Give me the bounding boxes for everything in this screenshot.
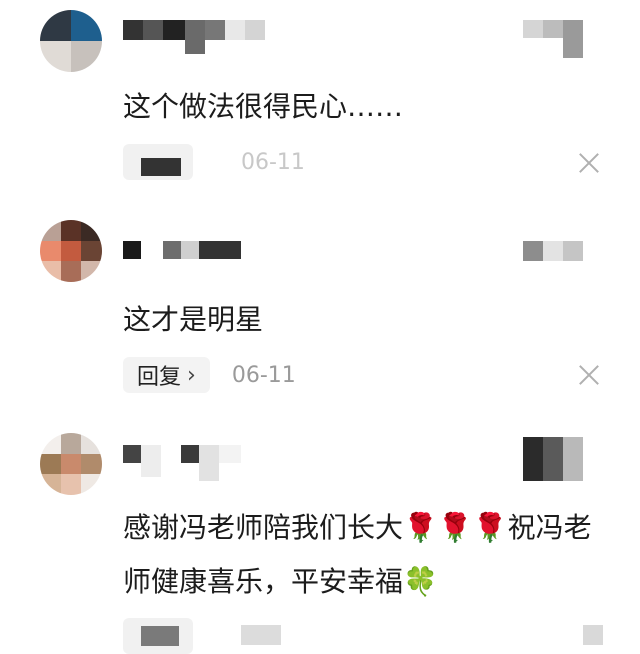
avatar[interactable]: [40, 10, 102, 72]
comment-text: 感谢冯老师陪我们长大🌹🌹🌹祝冯老师健康喜乐，平安幸福🍀: [123, 511, 592, 598]
reply-button-redacted[interactable]: [123, 144, 193, 180]
like-count-redacted[interactable]: [523, 241, 583, 261]
like-count-redacted[interactable]: [523, 20, 583, 58]
comment-item: 感谢冯老师陪我们长大🌹🌹🌹祝冯老师健康喜乐，平安幸福🍀: [0, 415, 640, 654]
reply-button[interactable]: 回复 ›: [123, 357, 210, 393]
username-redacted[interactable]: [123, 20, 265, 54]
comment-date: 06-11: [231, 362, 296, 388]
username-redacted[interactable]: [123, 241, 241, 259]
chevron-right-icon: ›: [187, 362, 196, 388]
comment-text: 这才是明星: [123, 303, 264, 336]
comment-text: 这个做法很得民心……: [123, 90, 404, 123]
comment-date-redacted: [241, 625, 281, 645]
avatar[interactable]: [40, 220, 102, 282]
username-redacted[interactable]: [123, 445, 241, 481]
avatar[interactable]: [40, 433, 102, 495]
close-icon[interactable]: [578, 152, 600, 174]
comment-item: 这个做法很得民心…… 06-11: [0, 0, 640, 205]
reply-button-redacted[interactable]: [123, 618, 193, 654]
reply-label: 回复: [137, 365, 182, 390]
comment-item: 这才是明星 回复 › 06-11: [0, 205, 640, 415]
close-icon[interactable]: [583, 625, 603, 645]
comment-date: 06-11: [241, 149, 305, 175]
like-count-redacted[interactable]: [523, 437, 583, 481]
close-icon[interactable]: [578, 364, 600, 386]
